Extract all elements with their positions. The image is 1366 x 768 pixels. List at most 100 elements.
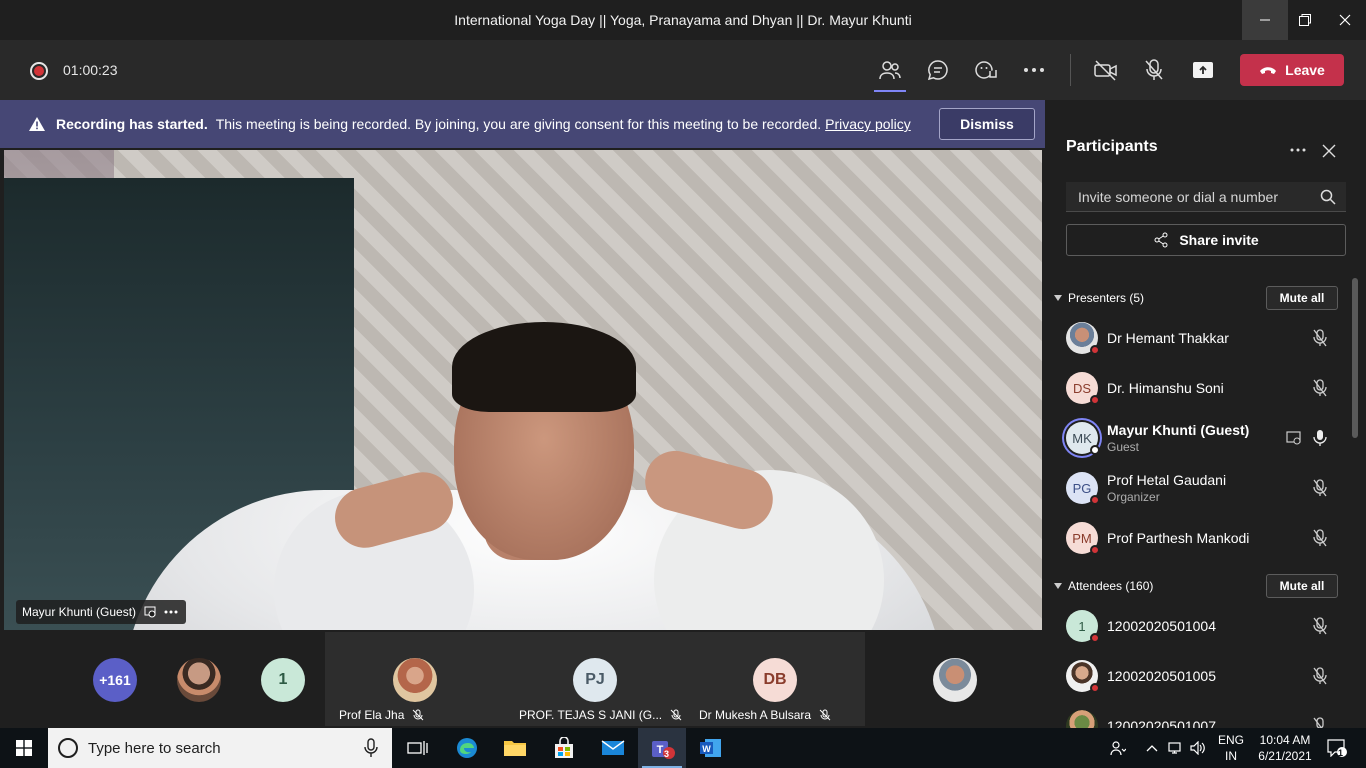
input-language-indicator[interactable]: ENG IN <box>1216 732 1246 764</box>
participant-initials-avatar[interactable]: 1 <box>261 658 305 702</box>
dismiss-button[interactable]: Dismiss <box>939 108 1035 140</box>
taskbar-clock[interactable]: 10:04 AM 6/21/2021 <box>1254 732 1316 764</box>
participant-role: Guest <box>1107 440 1140 454</box>
participant-photo-avatar <box>1066 660 1100 693</box>
leave-button[interactable]: Leave <box>1240 54 1344 86</box>
recording-indicator-icon <box>30 62 48 80</box>
clock-date: 6/21/2021 <box>1258 749 1312 763</box>
mute-all-presenters-button[interactable]: Mute all <box>1266 286 1338 310</box>
microphone-icon[interactable] <box>364 738 378 758</box>
banner-text: This meeting is being recorded. By joini… <box>215 116 822 132</box>
panel-close-button[interactable] <box>1318 140 1340 162</box>
share-content-button[interactable] <box>1187 55 1219 85</box>
word-taskbar-button[interactable]: W <box>687 728 735 768</box>
presenters-header-label: Presenters (5) <box>1068 291 1145 305</box>
more-icon[interactable] <box>164 610 178 614</box>
mic-on-icon[interactable] <box>1310 428 1330 448</box>
participant-tile[interactable]: DB Dr Mukesh A Bulsara <box>685 632 865 726</box>
participant-row[interactable]: PG Prof Hetal Gaudani Organizer <box>1066 466 1346 510</box>
hang-up-icon <box>1260 67 1277 74</box>
privacy-policy-link[interactable]: Privacy policy <box>825 116 911 132</box>
edge-browser-icon <box>457 738 477 758</box>
mic-toggle-button[interactable] <box>1138 55 1170 85</box>
participant-tile[interactable]: Prof Ela Jha <box>325 632 505 726</box>
participants-list-clip: 12002020501007 <box>1046 704 1366 728</box>
participant-name: Dr Hemant Thakkar <box>1107 330 1229 346</box>
reactions-button[interactable] <box>970 55 1002 85</box>
participant-photo-avatar[interactable] <box>177 658 221 702</box>
close-window-button[interactable] <box>1322 0 1366 40</box>
raise-hand-icon <box>975 61 997 79</box>
recording-timer: 01:00:23 <box>63 62 118 78</box>
participant-tile-name: Prof Ela Jha <box>339 708 424 722</box>
participant-role: Organizer <box>1107 490 1160 504</box>
volume-button[interactable] <box>1188 728 1208 768</box>
mic-off-icon[interactable] <box>1310 528 1330 548</box>
participant-name: Prof Hetal Gaudani <box>1107 472 1227 488</box>
more-actions-button[interactable] <box>1018 55 1050 85</box>
language-code: ENG <box>1217 733 1244 747</box>
close-icon <box>1339 14 1351 26</box>
share-invite-button[interactable]: Share invite <box>1066 224 1346 256</box>
action-center-button[interactable]: 1 <box>1322 728 1352 768</box>
mic-off-icon <box>819 709 831 721</box>
mail-taskbar-button[interactable] <box>589 728 637 768</box>
search-icon[interactable] <box>1320 189 1336 205</box>
participant-photo-avatar <box>393 658 437 702</box>
mic-off-icon[interactable] <box>1310 378 1330 398</box>
camera-toggle-button[interactable] <box>1090 55 1122 85</box>
participant-initials-avatar: PG <box>1066 472 1100 505</box>
participants-scrollbar[interactable] <box>1352 278 1358 438</box>
show-chat-button[interactable] <box>922 55 954 85</box>
mic-off-icon[interactable] <box>1310 478 1330 498</box>
participant-row[interactable]: PM Prof Parthesh Mankodi <box>1066 516 1346 560</box>
network-button[interactable] <box>1166 728 1186 768</box>
status-badge <box>1090 545 1100 555</box>
taskbar-search-box[interactable]: Type here to search <box>48 728 392 768</box>
edge-taskbar-button[interactable] <box>443 728 491 768</box>
mic-off-icon[interactable] <box>1310 666 1330 686</box>
show-participants-button[interactable] <box>874 55 906 92</box>
chat-icon <box>927 60 948 81</box>
presenters-section-header[interactable]: Presenters (5) <box>1054 286 1144 310</box>
participant-name: 12002020501005 <box>1107 668 1217 684</box>
close-icon <box>1322 144 1336 158</box>
avatar-initials: PM <box>1072 530 1092 546</box>
teams-taskbar-button[interactable]: T 3 <box>638 728 686 768</box>
store-taskbar-button[interactable] <box>540 728 588 768</box>
screen-share-icon <box>1284 428 1304 448</box>
mic-off-icon[interactable] <box>1310 328 1330 348</box>
mic-off-icon[interactable] <box>1310 716 1330 728</box>
participant-initials-avatar: PJ <box>573 658 617 702</box>
file-explorer-taskbar-button[interactable] <box>491 728 539 768</box>
invite-input[interactable] <box>1078 189 1318 205</box>
participant-row[interactable]: Dr Hemant Thakkar <box>1066 316 1346 360</box>
participant-row[interactable]: 12002020501005 <box>1066 654 1346 698</box>
minimize-icon <box>1260 19 1270 21</box>
people-tray-button[interactable] <box>1106 728 1130 768</box>
participants-panel: Participants Share invite Presenters (5)… <box>1046 100 1366 728</box>
start-button[interactable] <box>0 728 48 768</box>
language-region: IN <box>1225 749 1237 763</box>
clock-time: 10:04 AM <box>1259 733 1311 747</box>
show-hidden-icons-button[interactable] <box>1142 728 1162 768</box>
participant-photo-avatar[interactable] <box>933 658 977 702</box>
participant-name: Prof Parthesh Mankodi <box>1107 530 1250 546</box>
warning-icon <box>29 117 45 131</box>
participant-row[interactable]: 12002020501007 <box>1066 704 1346 728</box>
attendees-section-header[interactable]: Attendees (160) <box>1054 574 1153 598</box>
windows-logo-icon <box>16 740 32 756</box>
participant-tile[interactable]: PJ PROF. TEJAS S JANI (G... <box>505 632 685 726</box>
participant-row-active-speaker[interactable]: MK Mayur Khunti (Guest) Guest <box>1066 416 1346 460</box>
main-video-feed: Mayur Khunti (Guest) <box>4 150 1042 630</box>
participant-row[interactable]: 1 12002020501004 <box>1066 604 1346 648</box>
mic-off-icon[interactable] <box>1310 616 1330 636</box>
meeting-toolbar: 01:00:23 Leave <box>0 40 1366 100</box>
panel-more-options-button[interactable] <box>1286 140 1310 160</box>
participant-initials-avatar: MK <box>1066 422 1100 455</box>
participant-row[interactable]: DS Dr. Himanshu Soni <box>1066 366 1346 410</box>
task-view-button[interactable] <box>394 728 442 768</box>
invite-field[interactable] <box>1066 182 1346 212</box>
overflow-participants-button[interactable]: +161 <box>93 658 137 702</box>
mute-all-attendees-button[interactable]: Mute all <box>1266 574 1338 598</box>
